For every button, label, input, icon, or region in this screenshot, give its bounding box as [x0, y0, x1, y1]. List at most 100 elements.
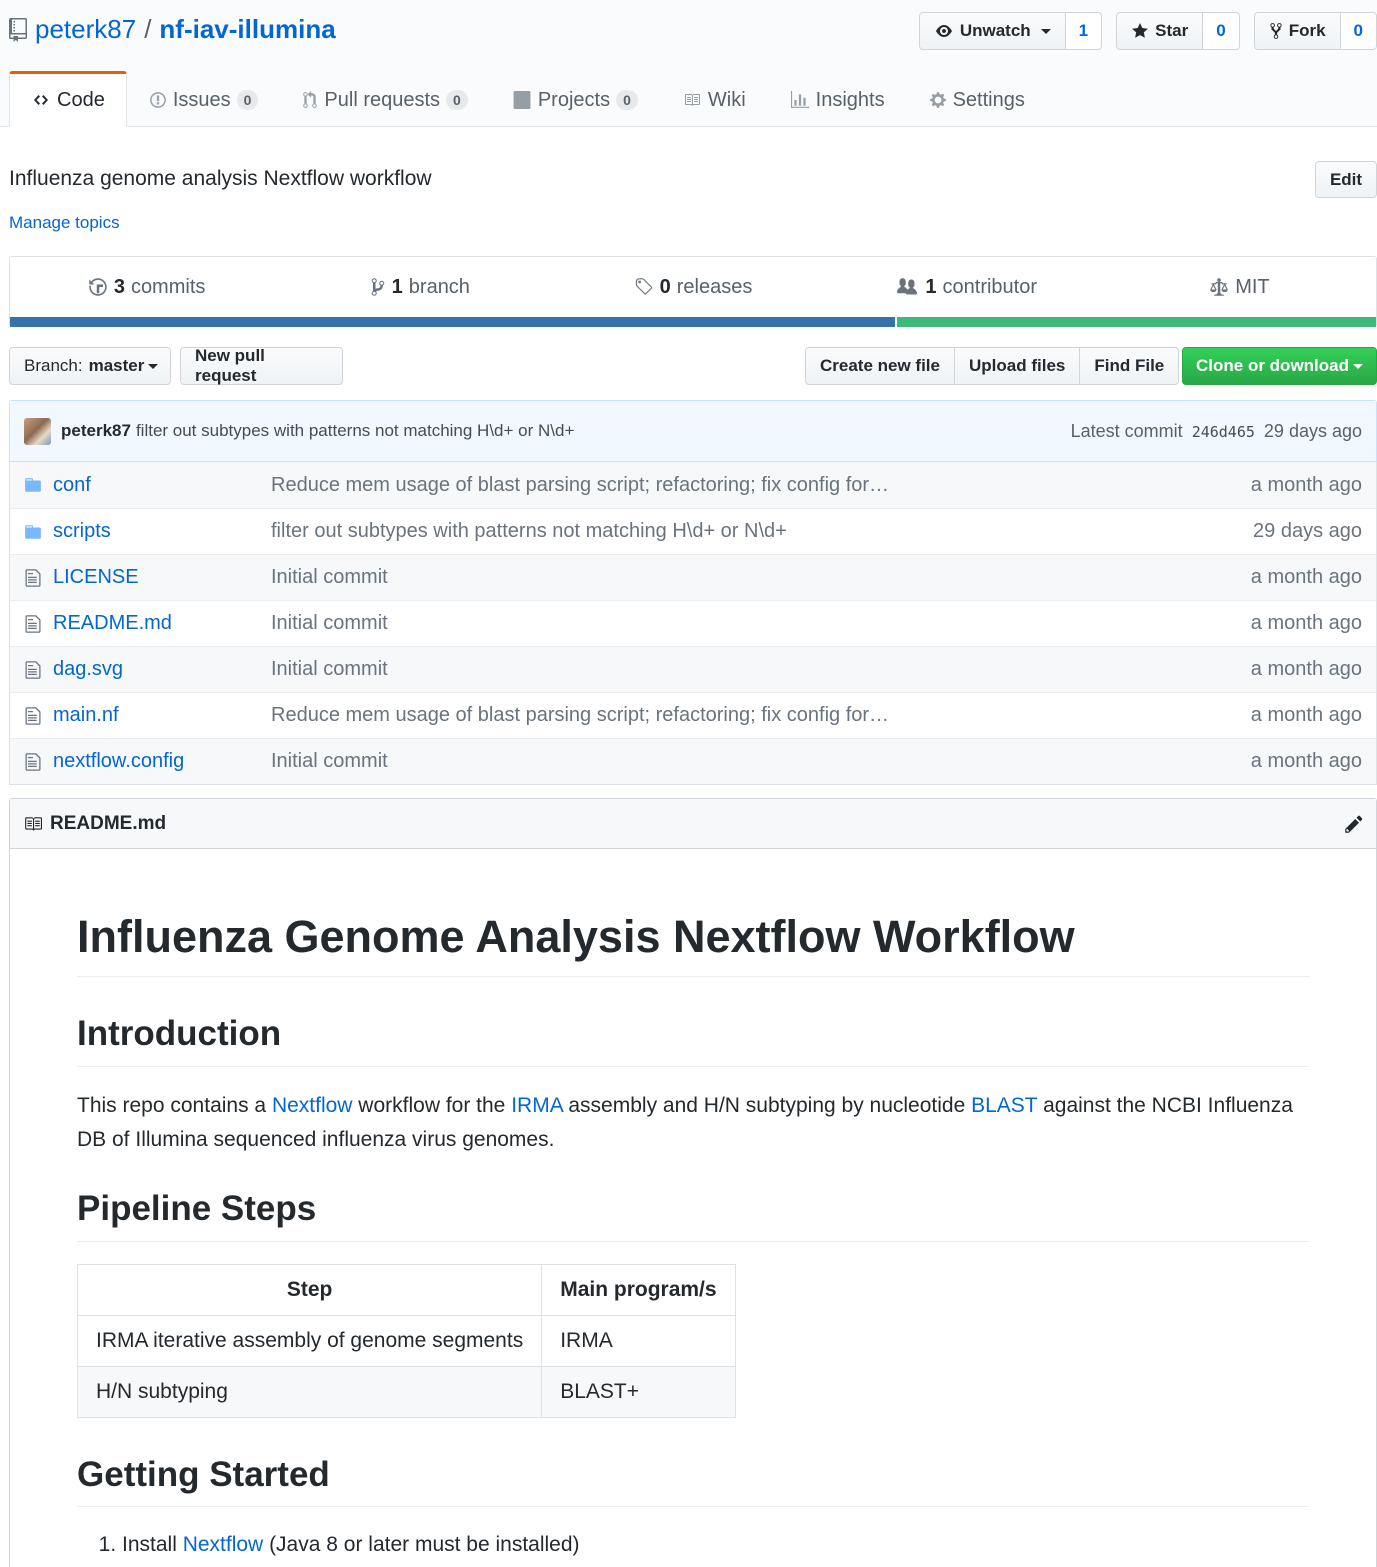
file-commit-message-link[interactable]: Initial commit [271, 658, 1176, 681]
file-name-link[interactable]: dag.svg [53, 658, 271, 681]
language-segment-secondary [897, 317, 1376, 327]
branches-link[interactable]: 1 branch [283, 257, 556, 317]
file-commit-message-link[interactable]: Initial commit [271, 566, 1176, 589]
file-list-container: peterk87 filter out subtypes with patter… [9, 400, 1377, 785]
introduction-heading: Introduction [77, 1012, 1309, 1067]
file-age: a month ago [1250, 750, 1362, 772]
nextflow-link[interactable]: Nextflow [272, 1094, 353, 1117]
contributors-link[interactable]: 1 contributor [830, 257, 1103, 317]
file-name-link[interactable]: README.md [53, 612, 271, 635]
avatar[interactable] [24, 417, 51, 445]
repo-icon [9, 17, 27, 42]
file-navigation: Branch: master New pull request Create n… [9, 346, 1377, 385]
pencil-icon[interactable] [1344, 814, 1364, 834]
chevron-down-icon [1040, 28, 1051, 34]
file-icon [13, 614, 53, 634]
file-name-link[interactable]: conf [53, 474, 271, 497]
table-row: scripts filter out subtypes with patterns… [10, 508, 1376, 554]
file-name-link[interactable]: nextflow.config [53, 750, 271, 773]
edit-description-button[interactable]: Edit [1315, 161, 1377, 198]
table-cell: IRMA iterative assembly of genome segmen… [76, 1314, 543, 1367]
table-header: Main program/s [541, 1263, 736, 1316]
repo-name-link[interactable]: nf-iav-illumina [159, 14, 335, 45]
readme-filename: README.md [50, 812, 167, 834]
branches-count: 1 [391, 275, 403, 298]
manage-topics-link[interactable]: Manage topics [9, 213, 120, 233]
new-pull-request-button[interactable]: New pull request [180, 346, 343, 385]
tab-settings[interactable]: Settings [907, 71, 1047, 127]
language-segment-primary [10, 317, 895, 327]
license-link[interactable]: MIT [1103, 257, 1376, 317]
readme-title: Influenza Genome Analysis Nextflow Workf… [77, 910, 1309, 977]
fork-group: Fork 0 [1253, 12, 1377, 50]
introduction-paragraph: This repo contains a Nextflow workflow f… [77, 1089, 1309, 1157]
file-commit-message-link[interactable]: Initial commit [271, 750, 1176, 773]
upload-files-button[interactable]: Upload files [954, 347, 1081, 385]
star-group: Star 0 [1116, 12, 1240, 50]
table-cell: IRMA [541, 1314, 736, 1367]
tab-settings-label: Settings [952, 88, 1025, 111]
tab-code[interactable]: Code [9, 71, 127, 127]
intro-text: workflow for the [352, 1093, 512, 1117]
pagehead-actions: Unwatch 1 Star 0 Fork 0 [918, 12, 1377, 50]
blast-link[interactable]: BLAST [971, 1094, 1037, 1117]
create-new-file-button[interactable]: Create new file [805, 347, 955, 385]
file-commit-message-link[interactable]: filter out subtypes with patterns not ma… [271, 520, 1176, 543]
file-age: a month ago [1250, 658, 1362, 680]
file-commit-message-link[interactable]: Reduce mem usage of blast parsing script… [271, 704, 1176, 727]
tab-pull-requests[interactable]: Pull requests 0 [280, 71, 489, 127]
list-item-text: (Java 8 or later must be installed) [263, 1533, 580, 1557]
stars-count[interactable]: 0 [1203, 12, 1240, 50]
clone-or-download-button[interactable]: Clone or download [1182, 347, 1377, 385]
commits-label: commits [130, 275, 206, 298]
file-age: a month ago [1250, 612, 1362, 634]
file-name-link[interactable]: main.nf [53, 704, 271, 727]
file-commit-message-link[interactable]: Initial commit [271, 612, 1176, 635]
pipeline-steps-table: Step Main program/s IRMA iterative assem… [76, 1263, 736, 1418]
branch-select-button[interactable]: Branch: master [9, 347, 171, 385]
tab-insights[interactable]: Insights [768, 71, 907, 127]
table-row: README.md Initial commit a month ago [10, 600, 1376, 646]
fork-label: Fork [1288, 21, 1326, 40]
tab-issues[interactable]: Issues 0 [127, 71, 281, 127]
repo-owner-link[interactable]: peterk87 [35, 14, 136, 45]
eye-icon [935, 25, 952, 37]
branch-name: master [88, 356, 145, 375]
code-icon [34, 95, 48, 105]
tab-issues-label: Issues [172, 88, 231, 111]
file-name-link[interactable]: scripts [53, 520, 271, 543]
tab-wiki[interactable]: Wiki [660, 71, 768, 127]
projects-counter: 0 [616, 90, 638, 110]
file-actions-group: Create new file Upload files Find File [805, 347, 1180, 385]
history-icon [89, 278, 107, 296]
table-row: dag.svg Initial commit a month ago [10, 646, 1376, 692]
find-file-button[interactable]: Find File [1079, 347, 1180, 385]
releases-count: 0 [659, 275, 671, 298]
project-icon [513, 91, 531, 109]
book-icon [684, 94, 700, 106]
list-item: Install Nextflow (Java 8 or later must b… [122, 1533, 1309, 1557]
watchers-count[interactable]: 1 [1065, 12, 1103, 50]
irma-link[interactable]: IRMA [511, 1094, 562, 1117]
releases-link[interactable]: 0 releases [556, 257, 829, 317]
star-button[interactable]: Star [1116, 12, 1204, 50]
fork-button[interactable]: Fork [1253, 12, 1341, 50]
commit-sha-link[interactable]: 246d465 [1192, 423, 1255, 441]
license-label: MIT [1235, 275, 1270, 298]
file-name-link[interactable]: LICENSE [53, 566, 271, 589]
commits-link[interactable]: 3 commits [10, 257, 283, 317]
unwatch-button[interactable]: Unwatch [918, 12, 1066, 50]
files-table: conf Reduce mem usage of blast parsing sc… [9, 462, 1377, 785]
file-commit-message-link[interactable]: Reduce mem usage of blast parsing script… [271, 474, 1176, 497]
git-branch-icon [371, 278, 384, 296]
tab-code-label: Code [57, 88, 105, 111]
commit-author-link[interactable]: peterk87 [61, 421, 131, 441]
forks-count[interactable]: 0 [1340, 12, 1377, 50]
tab-projects[interactable]: Projects 0 [490, 71, 660, 127]
commit-message-link[interactable]: filter out subtypes with patterns not ma… [136, 421, 574, 441]
language-bar[interactable] [10, 317, 1376, 327]
repo-description: Influenza genome analysis Nextflow workf… [9, 167, 432, 190]
nextflow-install-link[interactable]: Nextflow [183, 1533, 264, 1556]
fork-icon [1270, 23, 1282, 39]
file-icon [13, 752, 53, 772]
